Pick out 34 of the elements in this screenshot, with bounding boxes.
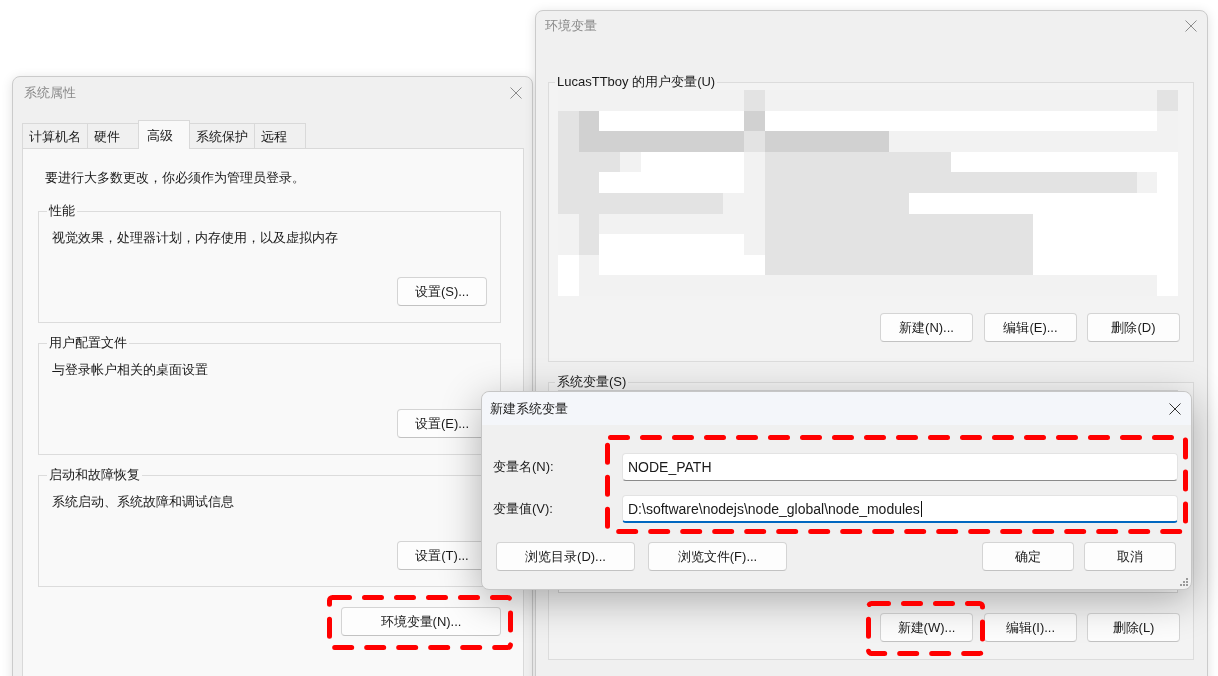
button[interactable]: 新建(W)... xyxy=(880,613,973,642)
button[interactable]: 删除(D) xyxy=(1087,313,1180,342)
tab[interactable]: 计算机名 xyxy=(22,123,88,148)
group-label: LucasTTboy 的用户变量(U) xyxy=(556,74,717,90)
window-title: 系统属性 xyxy=(24,84,76,102)
field-label: 变量名(N): xyxy=(493,458,554,476)
button[interactable]: 环境变量(N)... xyxy=(341,607,501,636)
close-icon[interactable] xyxy=(1169,402,1181,415)
group-description: 与登录帐户相关的桌面设置 xyxy=(52,362,208,377)
window-title: 环境变量 xyxy=(545,17,597,35)
input-field[interactable]: NODE_PATH xyxy=(622,453,1178,481)
button[interactable]: 新建(N)... xyxy=(880,313,973,342)
button[interactable]: 取消 xyxy=(1084,542,1176,571)
group-label: 系统变量(S) xyxy=(556,374,628,390)
button[interactable]: 浏览文件(F)... xyxy=(648,542,787,571)
resize-grip-icon[interactable] xyxy=(1180,578,1188,586)
button[interactable]: 删除(L) xyxy=(1087,613,1180,642)
input-field[interactable]: D:\software\nodejs\node_global\node_modules xyxy=(622,495,1178,523)
group-label: 性能 xyxy=(48,203,76,219)
button[interactable]: 浏览目录(D)... xyxy=(496,542,635,571)
group-label: 启动和故障恢复 xyxy=(48,467,141,483)
notice-text: 要进行大多数更改，你必须作为管理员登录。 xyxy=(45,170,305,185)
field-label: 变量值(V): xyxy=(493,500,553,518)
button[interactable]: 确定 xyxy=(982,542,1074,571)
window-title: 新建系统变量 xyxy=(490,399,568,418)
button[interactable]: 编辑(I)... xyxy=(984,613,1077,642)
group-description: 视觉效果，处理器计划，内存使用，以及虚拟内存 xyxy=(52,230,338,245)
tab[interactable]: 高级 xyxy=(138,120,190,149)
button[interactable]: 设置(S)... xyxy=(397,277,487,306)
button[interactable]: 编辑(E)... xyxy=(984,313,1077,342)
text-cursor-icon xyxy=(920,500,922,517)
group-label: 用户配置文件 xyxy=(48,335,128,351)
tab[interactable]: 远程 xyxy=(254,123,306,148)
group-description: 系统启动、系统故障和调试信息 xyxy=(52,494,234,509)
